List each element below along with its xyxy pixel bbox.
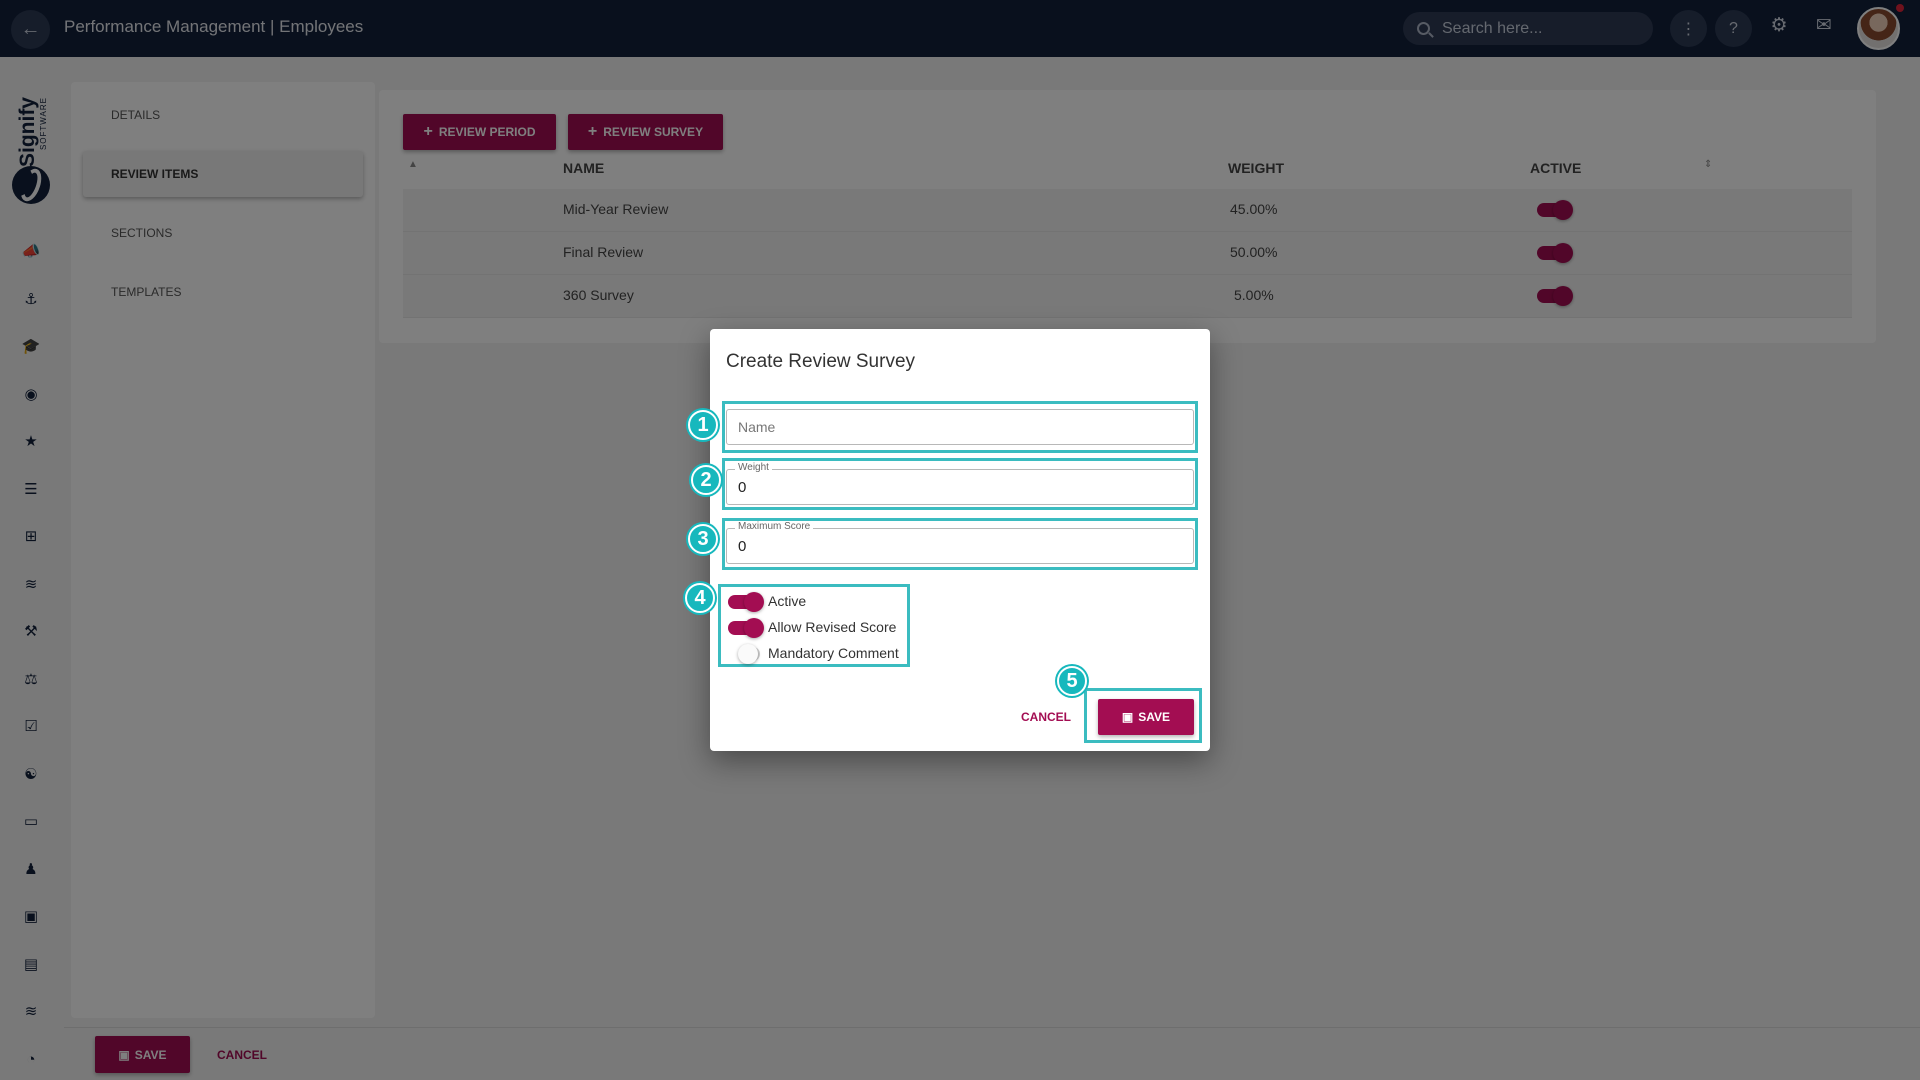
annotation-badge-3: 3 [688,524,718,554]
dialog-cancel-button[interactable]: CANCEL [1021,710,1071,724]
annotation-badge-5: 5 [1057,666,1087,696]
annotation-badge-2: 2 [691,465,721,495]
active-switch-label: Active [768,593,807,609]
mandatory-comment-label: Mandatory Comment [768,645,899,661]
create-review-survey-dialog: Create Review Survey Weight Maximum Scor… [710,329,1210,751]
dialog-save-button[interactable]: ▣ SAVE [1098,699,1194,735]
dialog-title: Create Review Survey [726,351,916,372]
max-score-label: Maximum Score [735,521,814,532]
floppy-disk-icon: ▣ [1121,710,1134,724]
dialog-save-label: SAVE [1138,710,1171,724]
weight-label: Weight [735,462,772,473]
max-score-input[interactable] [727,529,1193,563]
weight-field[interactable]: Weight [726,462,1194,505]
allow-revised-score-switch[interactable] [728,618,764,638]
name-input[interactable] [727,410,1193,444]
name-field[interactable] [726,409,1194,445]
allow-revised-score-label: Allow Revised Score [768,619,897,635]
mandatory-comment-switch[interactable] [738,644,760,664]
annotation-badge-4: 4 [685,583,715,613]
weight-input[interactable] [727,470,1193,504]
active-switch[interactable] [728,592,764,612]
maximum-score-field[interactable]: Maximum Score [726,521,1194,564]
annotation-badge-1: 1 [688,410,718,440]
